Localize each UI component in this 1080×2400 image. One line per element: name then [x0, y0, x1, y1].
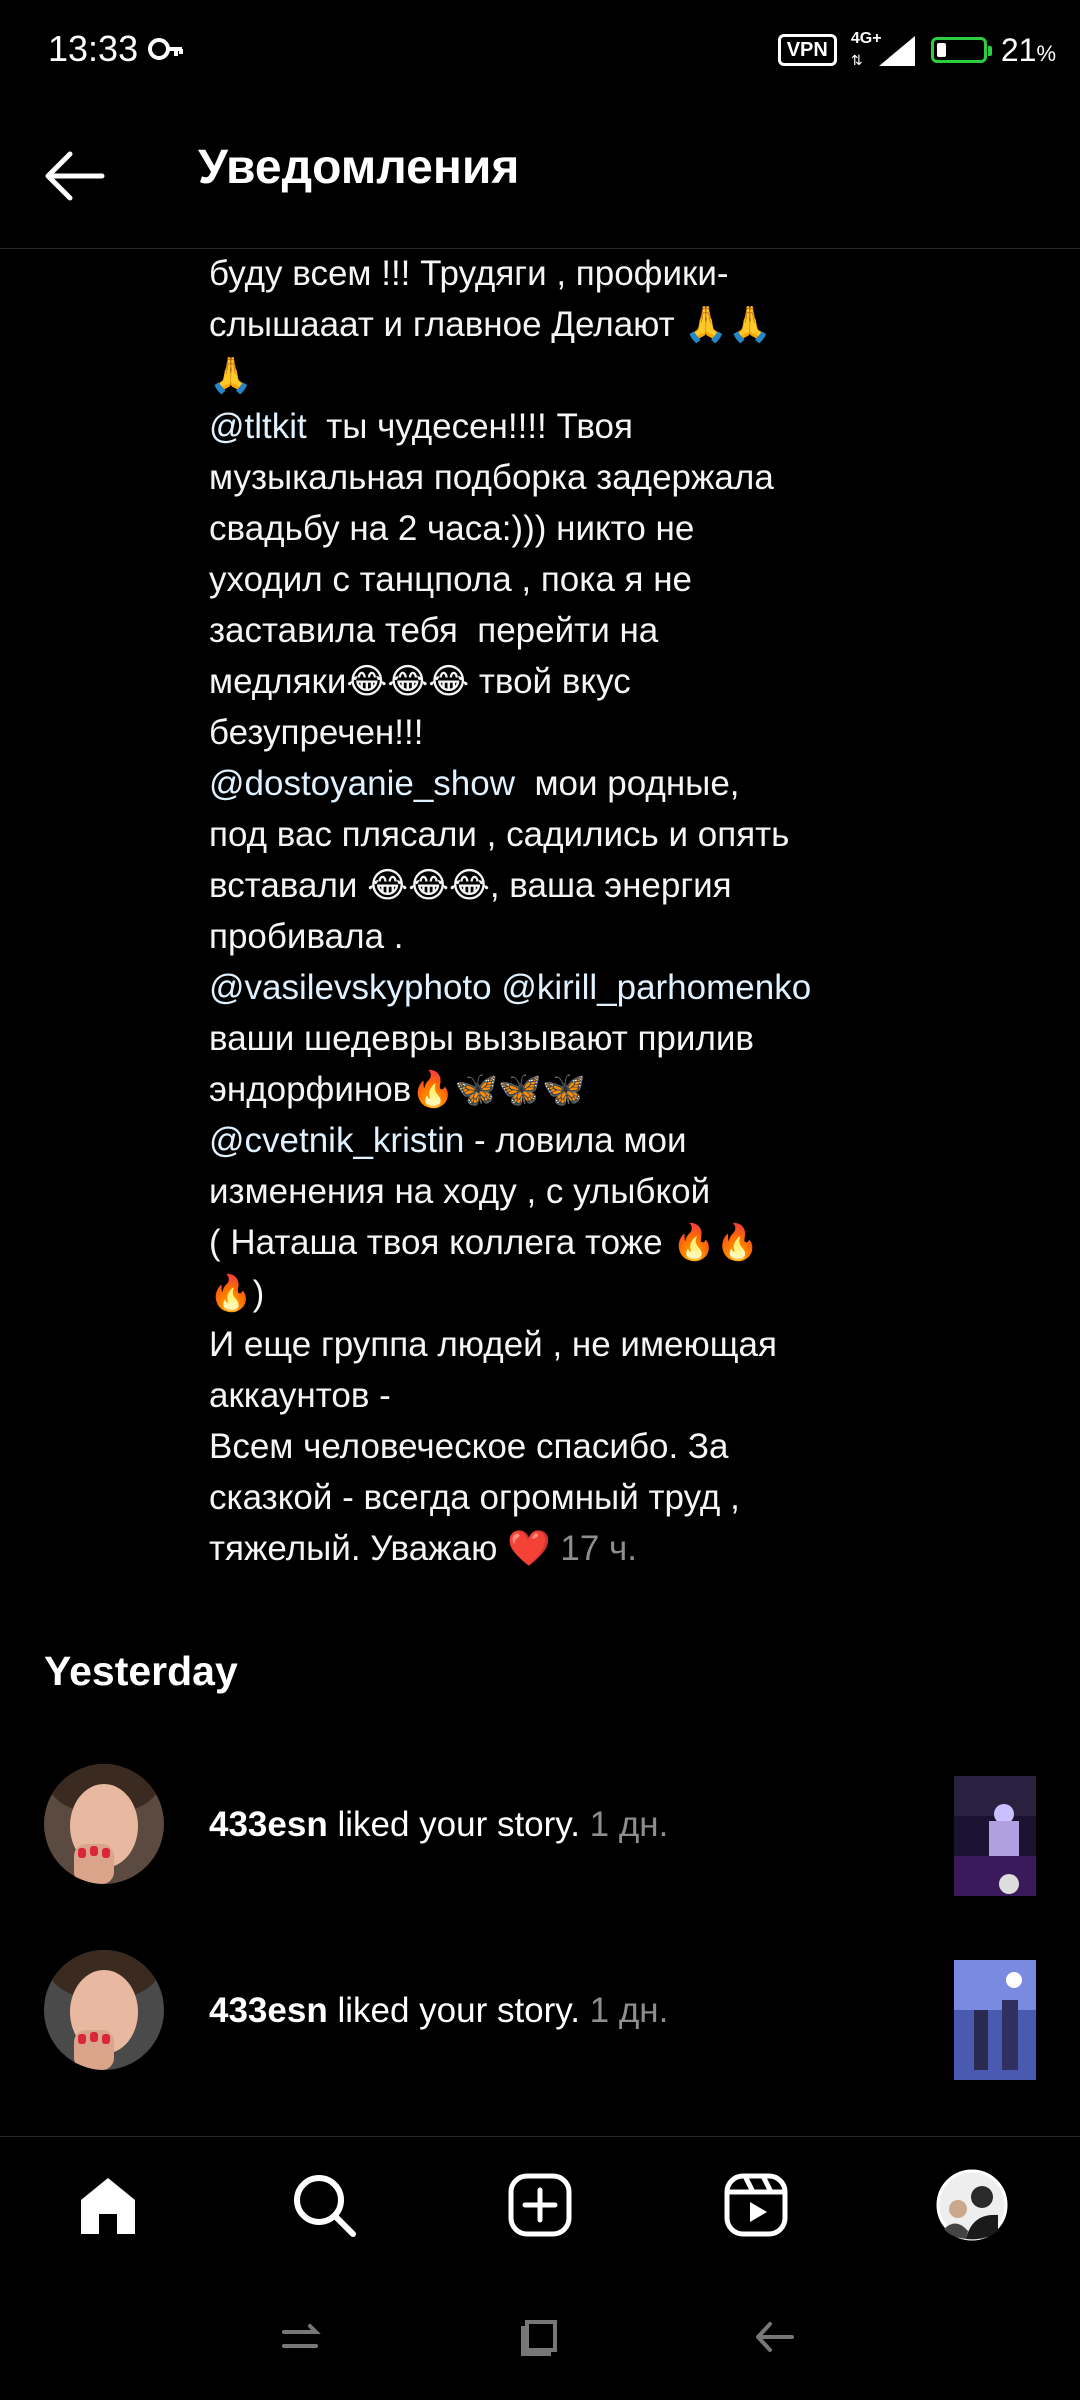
avatar[interactable] [44, 1764, 164, 1884]
nav-search[interactable] [286, 2167, 362, 2243]
arrow-left-icon[interactable] [40, 146, 110, 206]
notification-time: 1 дн. [589, 1991, 669, 2030]
status-right: VPN 4G+ ⇅ 21% [777, 26, 1056, 74]
profile-avatar [936, 2169, 1008, 2241]
comment-text-segment: - ловила мои изменения на ходу , с улыбк… [209, 1121, 777, 1568]
mention-link[interactable]: @cvetnik_kristin [209, 1121, 464, 1160]
bottom-navigation [0, 2136, 1080, 2273]
notification-text: 433esn liked your story. 1 дн. [209, 1986, 668, 2036]
vpn-key-icon [148, 38, 183, 60]
notification-row[interactable]: 433esn liked your story. 1 дн. [0, 1756, 1080, 1906]
section-title-yesterday: Yesterday [44, 1648, 238, 1694]
home-icon [81, 2178, 135, 2234]
mention-link[interactable]: @tltkit [209, 407, 307, 446]
reels-icon [724, 2173, 788, 2237]
battery-level-fill [936, 43, 946, 57]
mention-link[interactable]: @vasilevskyphoto [209, 968, 492, 1007]
comment-text-segment: буду всем !!! Трудяги , профики- слышааа… [209, 254, 772, 395]
status-time: 13:33 [48, 28, 139, 69]
create-post-icon [508, 2173, 572, 2237]
status-bar: 13:33 VPN 4G+ ⇅ 21% [0, 0, 1080, 100]
nav-home[interactable] [70, 2167, 146, 2243]
comment-time: 17 ч. [560, 1529, 637, 1568]
vpn-badge: VPN [777, 34, 837, 66]
mention-link[interactable]: @dostoyanie_show [209, 764, 515, 803]
comment-text-segment: ваши шедевры вызывают прилив эндорфинов🔥… [209, 1019, 755, 1109]
back-icon[interactable] [750, 2312, 800, 2362]
comment-text-segment [492, 968, 502, 1007]
nav-create[interactable] [502, 2167, 578, 2243]
notification-text: 433esn liked your story. 1 дн. [209, 1800, 668, 1850]
battery-percent: 21% [1000, 31, 1056, 68]
recents-icon[interactable] [276, 2312, 326, 2362]
data-arrows-icon: ⇅ [850, 52, 863, 68]
nav-profile[interactable] [934, 2167, 1010, 2243]
signal-icon [878, 36, 915, 66]
mention-link[interactable]: @kirill_parhomenko [501, 968, 811, 1007]
top-app-bar: Уведомления [0, 100, 1080, 249]
battery-icon [930, 37, 992, 63]
avatar[interactable] [44, 1950, 164, 2070]
comment-text-segment: ты чудесен!!!! Твоя музыкальная подборка… [209, 407, 774, 752]
story-thumbnail[interactable] [954, 1776, 1036, 1896]
notification-action: liked your story. [327, 1805, 590, 1844]
home-square-icon[interactable] [515, 2312, 565, 2362]
nav-reels[interactable] [718, 2167, 794, 2243]
username[interactable]: 433esn [209, 1991, 328, 2030]
notification-time: 1 дн. [589, 1805, 669, 1844]
signal-indicator: 4G+ ⇅ [851, 30, 917, 70]
username[interactable]: 433esn [209, 1805, 328, 1844]
story-thumbnail[interactable] [954, 1960, 1036, 2080]
comment-body[interactable]: буду всем !!! Трудяги , профики- слышааа… [209, 248, 889, 1574]
notification-row[interactable]: 433esn liked your story. 1 дн. [0, 1942, 1080, 2092]
notification-action: liked your story. [327, 1991, 590, 2030]
search-icon [294, 2175, 356, 2237]
system-navigation [0, 2272, 1080, 2400]
page-title: Уведомления [198, 141, 520, 194]
